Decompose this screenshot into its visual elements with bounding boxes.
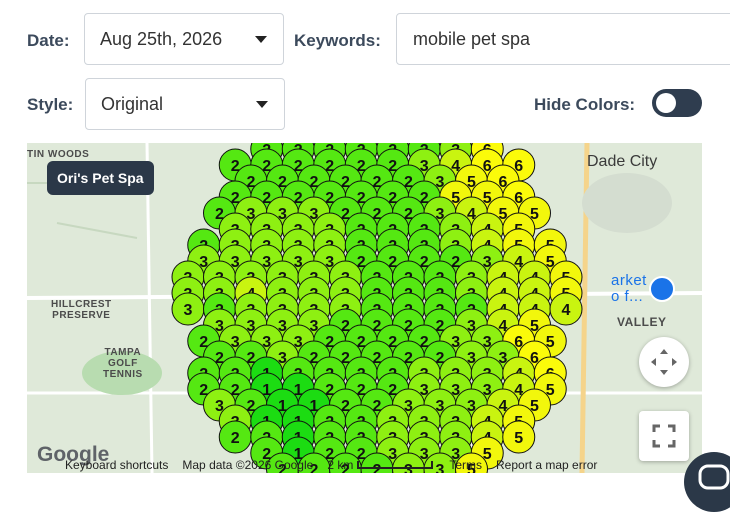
style-label: Style: (27, 95, 74, 114)
rank-marker[interactable]: 2 (218, 420, 252, 454)
report-error-link[interactable]: Report a map error (496, 458, 597, 472)
terms-link[interactable]: Terms (449, 458, 482, 472)
chevron-down-icon (256, 101, 268, 108)
move-arrows-icon (651, 349, 677, 375)
chevron-down-icon (255, 36, 267, 43)
rank-marker[interactable]: 3 (171, 292, 205, 326)
date-select[interactable]: Aug 25th, 2026 (84, 13, 284, 65)
rank-map[interactable]: TIN WOODS Dade City HILLCREST PRESERVE T… (27, 143, 702, 473)
rank-marker-label: 3 (184, 302, 193, 319)
fullscreen-button[interactable] (639, 411, 689, 461)
toggle-knob (656, 93, 676, 113)
scale-label: 2 km (327, 457, 354, 472)
fullscreen-icon (652, 424, 676, 448)
rank-marker[interactable]: 5 (502, 420, 536, 454)
rank-marker-label: 2 (231, 430, 240, 447)
style-value: Original (101, 93, 164, 114)
style-select[interactable]: Original (85, 78, 285, 130)
date-label: Date: (27, 31, 70, 50)
hide-colors-toggle[interactable] (652, 89, 702, 117)
keywords-value: mobile pet spa (413, 28, 531, 49)
rank-marker-label: 5 (514, 430, 523, 447)
chat-button[interactable] (684, 452, 730, 512)
keywords-label: Keywords: (294, 31, 381, 50)
chat-icon (698, 464, 730, 490)
scale-bar (357, 460, 434, 469)
rank-marker-label: 4 (562, 302, 571, 319)
map-footer: Keyboard shortcuts Map data ©2026 Google… (27, 456, 702, 473)
keyboard-shortcuts-link[interactable]: Keyboard shortcuts (65, 458, 168, 472)
date-value: Aug 25th, 2026 (100, 28, 223, 49)
keywords-input[interactable]: mobile pet spa (396, 13, 730, 65)
map-pan-control[interactable] (639, 337, 689, 387)
rank-marker[interactable]: 4 (549, 292, 583, 326)
hide-colors-label: Hide Colors: (534, 95, 636, 114)
business-tooltip: Ori's Pet Spa (47, 161, 154, 195)
map-data-text: Map data ©2026 Google (182, 457, 314, 472)
